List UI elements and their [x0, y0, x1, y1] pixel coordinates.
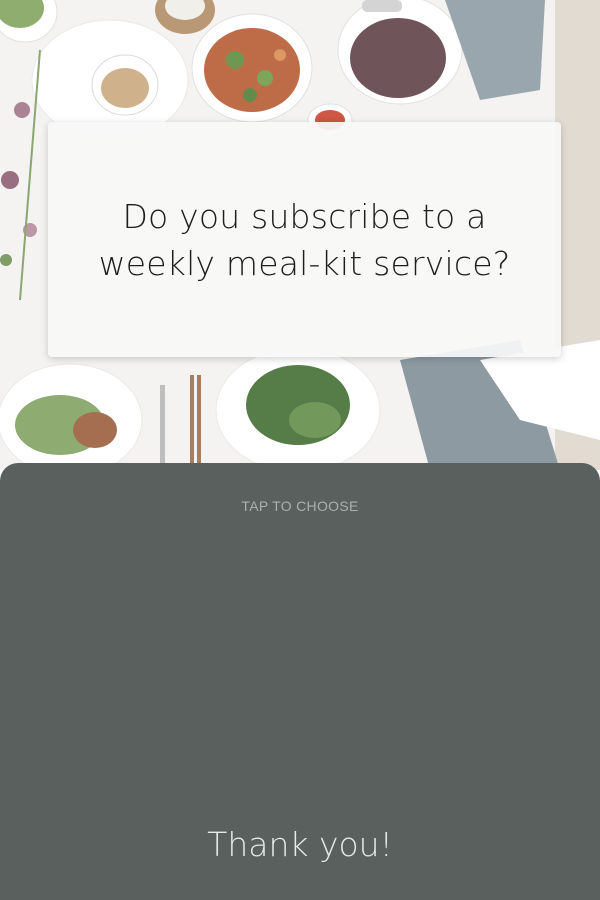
thank-you-message: Thank you!: [207, 825, 393, 864]
answer-panel[interactable]: TAP TO CHOOSE Thank you!: [0, 463, 600, 900]
question-text: Do you subscribe to a weekly meal-kit se…: [98, 196, 511, 283]
tap-to-choose-hint: TAP TO CHOOSE: [241, 498, 359, 514]
question-card: Do you subscribe to a weekly meal-kit se…: [48, 122, 561, 357]
